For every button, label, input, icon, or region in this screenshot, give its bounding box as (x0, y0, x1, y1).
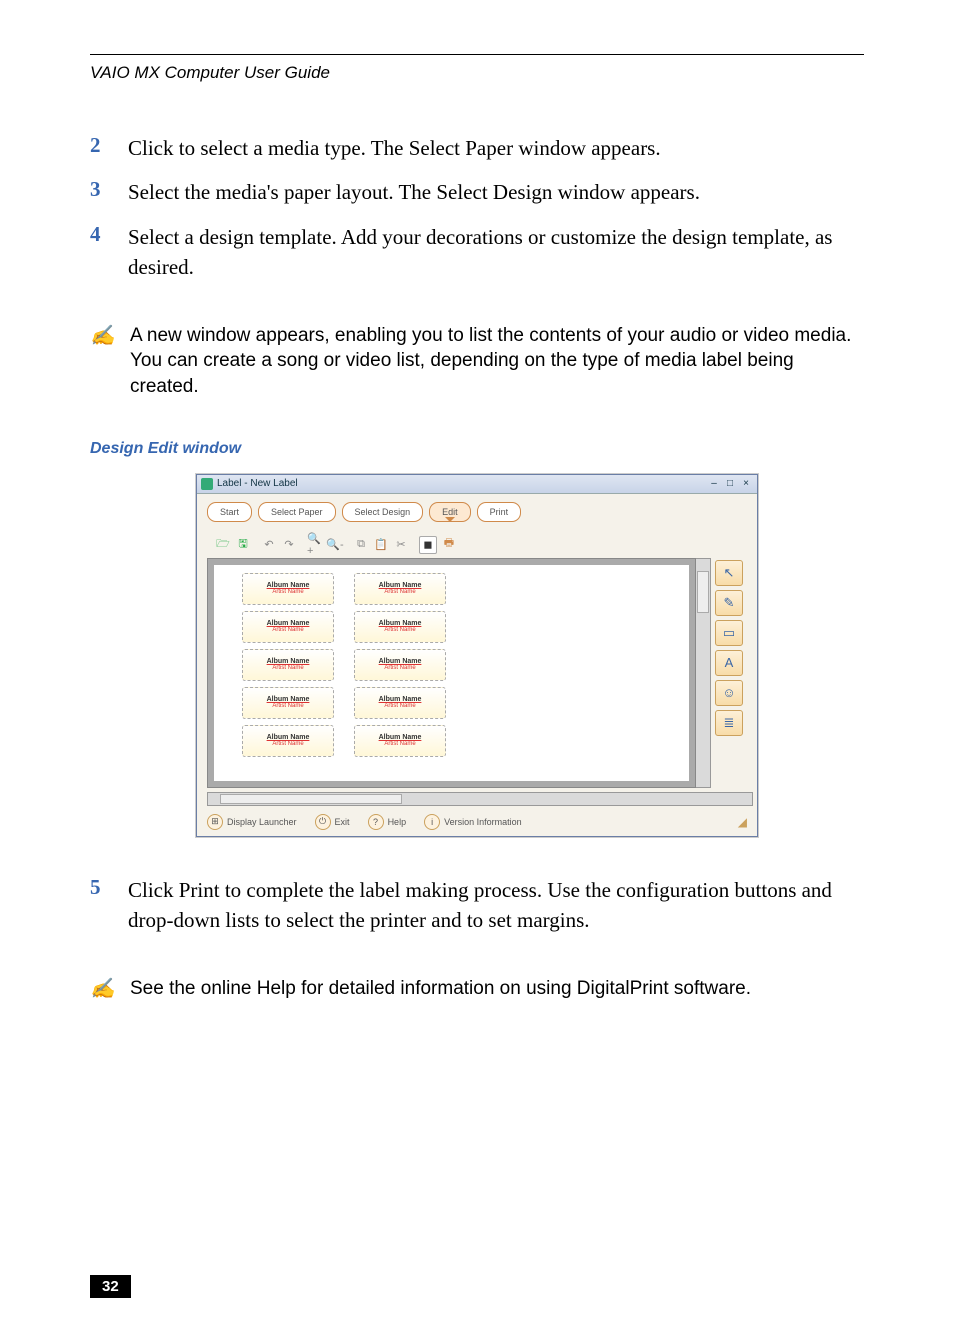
design-canvas[interactable]: Album NameArtist Name Album NameArtist N… (207, 558, 696, 788)
note-text: A new window appears, enabling you to li… (130, 323, 864, 400)
print-icon[interactable]: 🖶 (441, 536, 457, 552)
exit-icon: ⏻ (315, 814, 331, 830)
step-text: Click Print to complete the label making… (128, 875, 864, 936)
zoom-in-icon[interactable]: 🔍+ (307, 537, 323, 553)
launcher-icon: ⊞ (207, 814, 223, 830)
version-info-link[interactable]: i Version Information (424, 814, 522, 830)
step-number: 3 (90, 177, 128, 207)
wizard-step-select-paper[interactable]: Select Paper (258, 502, 336, 522)
label-cell[interactable]: Album NameArtist Name (242, 611, 334, 643)
label-cell[interactable]: Album NameArtist Name (354, 573, 446, 605)
pen-tool-icon[interactable]: ✎ (715, 590, 743, 616)
step-text: Select a design template. Add your decor… (128, 222, 864, 283)
pointer-tool-icon[interactable]: ↖ (715, 560, 743, 586)
step-number: 5 (90, 875, 128, 936)
list-tool-icon[interactable]: ≣ (715, 710, 743, 736)
note-text: See the online Help for detailed informa… (130, 976, 751, 1002)
zoom-out-icon[interactable]: 🔍- (327, 537, 343, 553)
page-number: 32 (90, 1275, 131, 1298)
open-icon[interactable]: 🗁 (215, 537, 231, 553)
display-launcher-link[interactable]: ⊞ Display Launcher (207, 814, 297, 830)
text-tool-icon[interactable]: A (715, 650, 743, 676)
exit-link[interactable]: ⏻ Exit (315, 814, 350, 830)
undo-icon[interactable]: ↶ (261, 537, 277, 553)
redo-icon[interactable]: ↷ (281, 537, 297, 553)
wizard-step-edit[interactable]: Edit (429, 502, 471, 522)
label-cell[interactable]: Album NameArtist Name (242, 687, 334, 719)
label-cell[interactable]: Album NameArtist Name (242, 725, 334, 757)
window-title: Label - New Label (217, 478, 298, 489)
window-titlebar: Label - New Label – □ × (197, 475, 757, 494)
vertical-scrollbar[interactable] (696, 558, 711, 788)
note-block: ✍ See the online Help for detailed infor… (90, 976, 864, 1002)
save-icon[interactable]: 🖫 (235, 537, 251, 553)
image-tool-icon[interactable]: ☺ (715, 680, 743, 706)
note-icon: ✍ (90, 323, 130, 348)
horizontal-scrollbar[interactable] (207, 792, 753, 806)
step-number: 4 (90, 222, 128, 283)
copy-icon[interactable]: ⧉ (353, 537, 369, 553)
paste-icon[interactable]: 📋 (373, 537, 389, 553)
app-icon (201, 478, 213, 490)
wizard-step-print[interactable]: Print (477, 502, 522, 522)
window-footer: ⊞ Display Launcher ⏻ Exit ? Help i Versi… (197, 808, 757, 836)
side-toolbox: ↖ ✎ ▭ A ☺ ≣ (711, 558, 753, 788)
shape-tool-icon[interactable]: ▭ (715, 620, 743, 646)
help-link[interactable]: ? Help (368, 814, 407, 830)
label-cell[interactable]: Album NameArtist Name (354, 611, 446, 643)
maximize-button[interactable]: □ (723, 478, 737, 490)
minimize-button[interactable]: – (707, 478, 721, 490)
help-icon: ? (368, 814, 384, 830)
cut-icon[interactable]: ✂ (393, 537, 409, 553)
steps-list: 2 Click to select a media type. The Sele… (90, 133, 864, 283)
preview-icon[interactable]: ◼ (419, 536, 437, 554)
label-cell[interactable]: Album NameArtist Name (242, 649, 334, 681)
label-cell[interactable]: Album NameArtist Name (354, 725, 446, 757)
label-cell[interactable]: Album NameArtist Name (242, 573, 334, 605)
figure-caption: Design Edit window (90, 440, 864, 458)
wizard-steps-bar: Start Select Paper Select Design Edit Pr… (197, 494, 757, 530)
step-text: Click to select a media type. The Select… (128, 133, 661, 163)
resize-grip-icon[interactable]: ◢ (738, 815, 747, 829)
wizard-step-select-design[interactable]: Select Design (342, 502, 424, 522)
design-edit-window: Label - New Label – □ × Start Select Pap… (196, 474, 758, 837)
close-button[interactable]: × (739, 478, 753, 490)
step-text: Select the media's paper layout. The Sel… (128, 177, 700, 207)
info-icon: i (424, 814, 440, 830)
editor-toolbar: 🗁 🖫 ↶ ↷ 🔍+ 🔍- ⧉ 📋 ✂ ◼ � (197, 530, 757, 558)
label-cell[interactable]: Album NameArtist Name (354, 687, 446, 719)
step-number: 2 (90, 133, 128, 163)
note-icon: ✍ (90, 976, 130, 1001)
note-block: ✍ A new window appears, enabling you to … (90, 323, 864, 400)
running-head: VAIO MX Computer User Guide (90, 63, 864, 83)
wizard-step-start[interactable]: Start (207, 502, 252, 522)
steps-list-continued: 5 Click Print to complete the label maki… (90, 875, 864, 936)
label-cell[interactable]: Album NameArtist Name (354, 649, 446, 681)
